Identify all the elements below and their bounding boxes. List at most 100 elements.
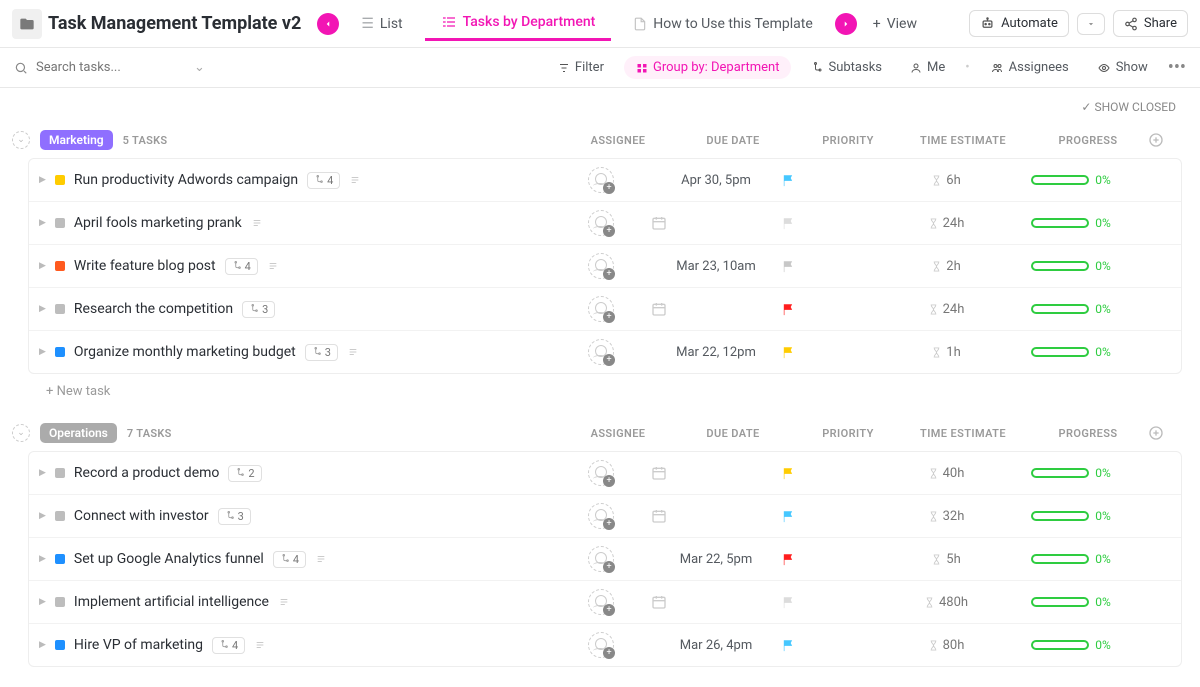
col-assignee[interactable]: ASSIGNEE xyxy=(568,134,668,147)
expand-caret[interactable]: ▶ xyxy=(39,554,46,564)
priority-flag[interactable] xyxy=(781,302,881,317)
status-square[interactable] xyxy=(55,554,65,564)
priority-flag[interactable] xyxy=(781,595,881,610)
page-title[interactable]: Task Management Template v2 xyxy=(48,13,301,34)
progress-cell[interactable]: 0% xyxy=(1011,466,1131,480)
due-date-cell[interactable] xyxy=(651,301,781,317)
progress-cell[interactable]: 0% xyxy=(1011,552,1131,566)
status-square[interactable] xyxy=(55,597,65,607)
subtask-count-badge[interactable]: 4 xyxy=(212,637,245,654)
group-badge[interactable]: Operations xyxy=(40,423,117,443)
subtask-count-badge[interactable]: 3 xyxy=(242,301,275,318)
search-dropdown[interactable]: ⌄ xyxy=(194,60,205,75)
status-square[interactable] xyxy=(55,304,65,314)
assignee-placeholder[interactable] xyxy=(588,632,614,658)
time-estimate-cell[interactable]: 1h xyxy=(881,345,1011,360)
task-row[interactable]: ▶ Run productivity Adwords campaign 4 Ap… xyxy=(29,159,1181,202)
description-icon[interactable] xyxy=(251,218,263,228)
time-estimate-cell[interactable]: 5h xyxy=(881,552,1011,567)
add-view-button[interactable]: + View xyxy=(863,8,927,40)
time-estimate-cell[interactable]: 6h xyxy=(881,173,1011,188)
task-title[interactable]: Implement artificial intelligence xyxy=(74,594,269,610)
priority-flag[interactable] xyxy=(781,466,881,481)
tab-list[interactable]: ☰ List xyxy=(345,8,418,40)
priority-flag[interactable] xyxy=(781,552,881,567)
group-by-button[interactable]: Group by: Department xyxy=(624,56,792,79)
time-estimate-cell[interactable]: 80h xyxy=(881,638,1011,653)
priority-flag[interactable] xyxy=(781,173,881,188)
tab-tasks-by-department[interactable]: Tasks by Department xyxy=(425,6,612,41)
more-options-button[interactable]: ••• xyxy=(1168,57,1186,78)
priority-flag[interactable] xyxy=(781,345,881,360)
task-title[interactable]: Hire VP of marketing xyxy=(74,637,203,653)
subtask-count-badge[interactable]: 2 xyxy=(228,465,261,482)
expand-caret[interactable]: ▶ xyxy=(39,218,46,228)
tab-how-to-use[interactable]: How to Use this Template xyxy=(617,8,828,40)
progress-cell[interactable]: 0% xyxy=(1011,345,1131,359)
task-title[interactable]: Set up Google Analytics funnel xyxy=(74,551,264,567)
status-square[interactable] xyxy=(55,468,65,478)
priority-flag[interactable] xyxy=(781,638,881,653)
col-priority[interactable]: PRIORITY xyxy=(798,427,898,440)
col-progress[interactable]: PROGRESS xyxy=(1028,134,1148,147)
col-time-estimate[interactable]: TIME ESTIMATE xyxy=(898,427,1028,440)
assignee-placeholder[interactable] xyxy=(588,210,614,236)
subtask-count-badge[interactable]: 4 xyxy=(273,551,306,568)
time-estimate-cell[interactable]: 24h xyxy=(881,216,1011,231)
due-date-cell[interactable]: Mar 23, 10am xyxy=(651,259,781,274)
subtask-count-badge[interactable]: 3 xyxy=(305,344,338,361)
due-date-cell[interactable]: Mar 22, 12pm xyxy=(651,345,781,360)
time-estimate-cell[interactable]: 24h xyxy=(881,302,1011,317)
progress-cell[interactable]: 0% xyxy=(1011,216,1131,230)
assignee-placeholder[interactable] xyxy=(588,589,614,615)
task-title[interactable]: Write feature blog post xyxy=(74,258,216,274)
expand-caret[interactable]: ▶ xyxy=(39,597,46,607)
due-date-cell[interactable] xyxy=(651,215,781,231)
task-title[interactable]: Research the competition xyxy=(74,301,233,317)
description-icon[interactable] xyxy=(254,640,266,650)
progress-cell[interactable]: 0% xyxy=(1011,638,1131,652)
status-square[interactable] xyxy=(55,640,65,650)
expand-caret[interactable]: ▶ xyxy=(39,640,46,650)
col-time-estimate[interactable]: TIME ESTIMATE xyxy=(898,134,1028,147)
subtask-count-badge[interactable]: 4 xyxy=(307,172,340,189)
scroll-left-button[interactable] xyxy=(317,13,339,35)
task-title[interactable]: Record a product demo xyxy=(74,465,219,481)
subtask-count-badge[interactable]: 4 xyxy=(225,258,258,275)
me-button[interactable]: Me xyxy=(902,56,953,79)
expand-caret[interactable]: ▶ xyxy=(39,175,46,185)
col-due-date[interactable]: DUE DATE xyxy=(668,134,798,147)
task-row[interactable]: ▶ Research the competition 3 24h 0% xyxy=(29,288,1181,331)
progress-cell[interactable]: 0% xyxy=(1011,595,1131,609)
description-icon[interactable] xyxy=(267,261,279,271)
collapse-toggle[interactable]: ⌄ xyxy=(12,424,30,442)
due-date-cell[interactable]: Mar 22, 5pm xyxy=(651,552,781,567)
status-square[interactable] xyxy=(55,511,65,521)
description-icon[interactable] xyxy=(278,597,290,607)
assignee-placeholder[interactable] xyxy=(588,296,614,322)
assignees-button[interactable]: Assignees xyxy=(982,56,1077,79)
task-title[interactable]: Connect with investor xyxy=(74,508,209,524)
expand-caret[interactable]: ▶ xyxy=(39,511,46,521)
task-row[interactable]: ▶ Connect with investor 3 32h 0% xyxy=(29,495,1181,538)
group-badge[interactable]: Marketing xyxy=(40,130,113,150)
subtasks-button[interactable]: Subtasks xyxy=(803,56,890,79)
due-date-cell[interactable] xyxy=(651,594,781,610)
assignee-placeholder[interactable] xyxy=(588,546,614,572)
folder-button[interactable] xyxy=(12,9,42,39)
automate-dropdown[interactable] xyxy=(1077,13,1105,35)
show-closed-button[interactable]: ✓ SHOW CLOSED xyxy=(1081,100,1176,114)
priority-flag[interactable] xyxy=(781,259,881,274)
col-due-date[interactable]: DUE DATE xyxy=(668,427,798,440)
assignee-placeholder[interactable] xyxy=(588,167,614,193)
time-estimate-cell[interactable]: 32h xyxy=(881,509,1011,524)
col-assignee[interactable]: ASSIGNEE xyxy=(568,427,668,440)
priority-flag[interactable] xyxy=(781,509,881,524)
assignee-placeholder[interactable] xyxy=(588,339,614,365)
filter-button[interactable]: Filter xyxy=(550,56,612,79)
automate-button[interactable]: Automate xyxy=(969,10,1069,37)
task-title[interactable]: Organize monthly marketing budget xyxy=(74,344,296,360)
due-date-cell[interactable]: Mar 26, 4pm xyxy=(651,638,781,653)
task-row[interactable]: ▶ Record a product demo 2 40h 0% xyxy=(29,452,1181,495)
time-estimate-cell[interactable]: 40h xyxy=(881,466,1011,481)
